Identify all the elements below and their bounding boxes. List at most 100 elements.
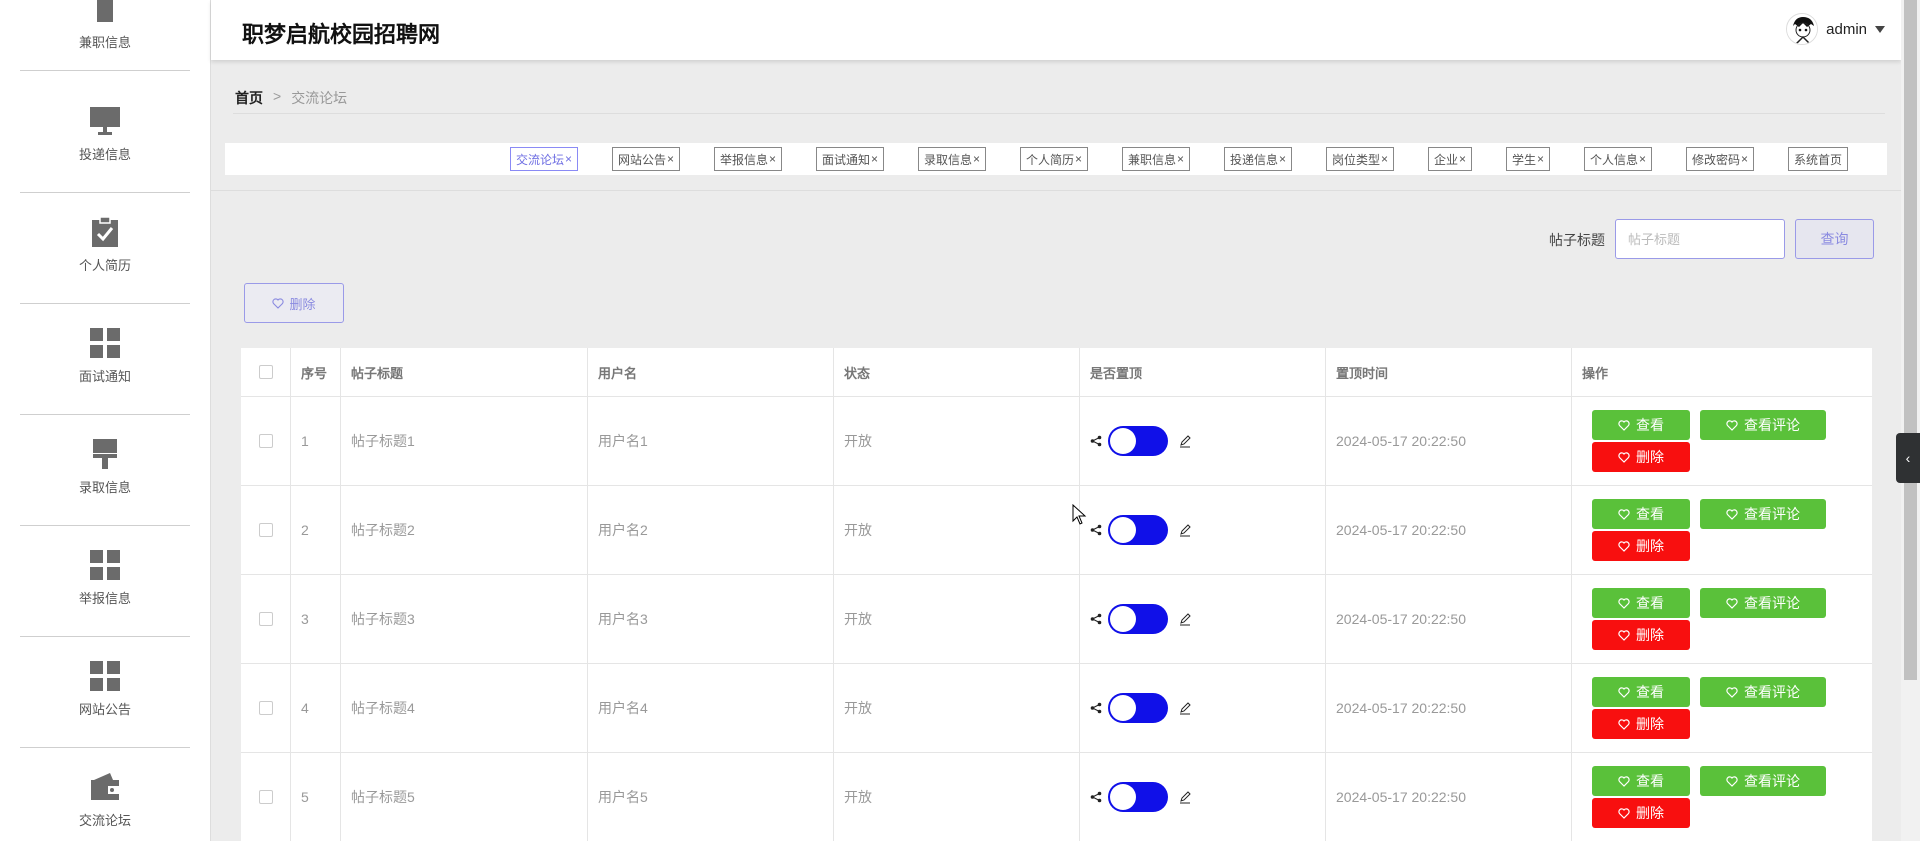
scrollbar-thumb[interactable] bbox=[1904, 0, 1917, 680]
close-icon[interactable]: × bbox=[1177, 152, 1184, 166]
avatar-image bbox=[1787, 14, 1818, 44]
table-row: 5 帖子标题5 用户名5 开放 2024-05-17 20:22:50 查看 查看评论 删除 bbox=[241, 753, 1872, 841]
view-button[interactable]: 查看 bbox=[1592, 499, 1690, 529]
tag-applications[interactable]: 投递信息 × bbox=[1224, 147, 1293, 171]
tag-announcement[interactable]: 网站公告 × bbox=[612, 147, 681, 171]
tag-interview[interactable]: 面试通知 × bbox=[816, 147, 885, 171]
close-icon[interactable]: × bbox=[1741, 152, 1748, 166]
sidebar-item-admission[interactable]: 录取信息 bbox=[20, 415, 190, 526]
breadcrumb-home[interactable]: 首页 bbox=[235, 88, 263, 108]
sidebar-item-resume[interactable]: 个人简历 bbox=[20, 193, 190, 304]
select-all-checkbox[interactable] bbox=[258, 365, 273, 379]
actions-cell: 查看 查看评论 删除 bbox=[1572, 753, 1872, 841]
sidebar-item-label: 面试通知 bbox=[78, 369, 131, 384]
delete-button[interactable]: 删除 bbox=[1592, 620, 1690, 650]
edit-icon[interactable] bbox=[1178, 701, 1192, 715]
delete-button-label: 删除 bbox=[1636, 449, 1664, 465]
pinned-toggle[interactable] bbox=[1108, 515, 1168, 545]
row-actions: 查看 查看评论 删除 bbox=[1582, 575, 1872, 663]
post-status: 开放 bbox=[834, 753, 1080, 841]
sidebar-item-label: 兼职信息 bbox=[78, 35, 131, 50]
row-checkbox-cell bbox=[241, 664, 291, 752]
edit-icon[interactable] bbox=[1178, 523, 1192, 537]
row-checkbox[interactable] bbox=[258, 790, 273, 804]
close-icon[interactable]: × bbox=[871, 152, 878, 166]
close-icon[interactable]: × bbox=[769, 152, 776, 166]
tag-job-type[interactable]: 岗位类型 × bbox=[1326, 147, 1395, 171]
view-button[interactable]: 查看 bbox=[1592, 410, 1690, 440]
collapse-panel-button[interactable]: ‹ bbox=[1896, 433, 1920, 483]
sidebar-item-part-time[interactable]: 兼职信息 bbox=[20, 0, 190, 71]
close-icon[interactable]: × bbox=[1381, 152, 1388, 166]
pinned-toggle[interactable] bbox=[1108, 782, 1168, 812]
close-icon[interactable]: × bbox=[667, 152, 674, 166]
view-button-label: 查看 bbox=[1636, 595, 1664, 611]
edit-icon[interactable] bbox=[1178, 434, 1192, 448]
tag-part-time[interactable]: 兼职信息 × bbox=[1122, 147, 1191, 171]
user-menu[interactable]: admin bbox=[1786, 12, 1885, 46]
mouse-cursor-icon bbox=[1072, 504, 1087, 525]
delete-button[interactable]: 删除 bbox=[1592, 531, 1690, 561]
view-comments-button[interactable]: 查看评论 bbox=[1700, 677, 1826, 707]
delete-button[interactable]: 删除 bbox=[1592, 709, 1690, 739]
row-checkbox-cell bbox=[241, 397, 291, 485]
tag-admission[interactable]: 录取信息 × bbox=[918, 147, 987, 171]
tag-label: 岗位类型 bbox=[1332, 152, 1381, 167]
tag-report[interactable]: 举报信息 × bbox=[714, 147, 783, 171]
sidebar-item-forum[interactable]: 交流论坛 bbox=[20, 748, 190, 841]
row-checkbox[interactable] bbox=[258, 523, 273, 537]
share-icon[interactable] bbox=[1090, 524, 1102, 536]
row-checkbox[interactable] bbox=[258, 612, 273, 626]
view-comments-button[interactable]: 查看评论 bbox=[1700, 410, 1826, 440]
tag-profile[interactable]: 个人信息 × bbox=[1584, 147, 1653, 171]
row-actions: 查看 查看评论删除 bbox=[1582, 397, 1872, 485]
close-icon[interactable]: × bbox=[1639, 152, 1646, 166]
sidebar-item-interview[interactable]: 面试通知 bbox=[20, 304, 190, 415]
view-comments-button[interactable]: 查看评论 bbox=[1700, 499, 1826, 529]
bulk-delete-button[interactable]: 删除 bbox=[244, 283, 344, 323]
search-button[interactable]: 查询 bbox=[1795, 219, 1874, 259]
site-title: 职梦启航校园招聘网 bbox=[242, 22, 441, 47]
delete-button[interactable]: 删除 bbox=[1592, 798, 1690, 828]
edit-icon[interactable] bbox=[1178, 612, 1192, 626]
tag-student[interactable]: 学生 × bbox=[1506, 147, 1551, 171]
share-icon[interactable] bbox=[1090, 435, 1102, 447]
sidebar-item-report[interactable]: 举报信息 bbox=[20, 526, 190, 637]
view-button[interactable]: 查看 bbox=[1592, 766, 1690, 796]
avatar bbox=[1786, 13, 1819, 45]
tag-resume[interactable]: 个人简历 × bbox=[1020, 147, 1089, 171]
close-icon[interactable]: × bbox=[1459, 152, 1466, 166]
tag-home[interactable]: 系统首页 bbox=[1788, 147, 1849, 171]
toggle-knob bbox=[1110, 517, 1136, 543]
edit-icon[interactable] bbox=[1178, 790, 1192, 804]
row-checkbox[interactable] bbox=[258, 701, 273, 715]
row-checkbox[interactable] bbox=[258, 434, 273, 448]
share-icon[interactable] bbox=[1090, 702, 1102, 714]
share-icon[interactable] bbox=[1090, 613, 1102, 625]
view-button[interactable]: 查看 bbox=[1592, 677, 1690, 707]
close-icon[interactable]: × bbox=[1537, 152, 1544, 166]
row-actions: 查看 查看评论 删除 bbox=[1582, 664, 1872, 752]
close-icon[interactable]: × bbox=[565, 152, 572, 166]
pinned-toggle[interactable] bbox=[1108, 604, 1168, 634]
sidebar-item-announcement[interactable]: 网站公告 bbox=[20, 637, 190, 748]
close-icon[interactable]: × bbox=[1279, 152, 1286, 166]
view-comments-button[interactable]: 查看评论 bbox=[1700, 766, 1826, 796]
view-button[interactable]: 查看 bbox=[1592, 588, 1690, 618]
sidebar-item-applications[interactable]: 投递信息 bbox=[20, 82, 190, 193]
pinned-toggle[interactable] bbox=[1108, 693, 1168, 723]
view-comments-button[interactable]: 查看评论 bbox=[1700, 588, 1826, 618]
tag-label: 交流论坛 bbox=[516, 152, 565, 167]
page-scrollbar[interactable] bbox=[1901, 0, 1920, 841]
tag-company[interactable]: 企业 × bbox=[1428, 147, 1473, 171]
pin-time: 2024-05-17 20:22:50 bbox=[1326, 753, 1572, 841]
tag-forum[interactable]: 交流论坛 × bbox=[510, 147, 579, 171]
delete-button[interactable]: 删除 bbox=[1592, 442, 1690, 472]
tag-password[interactable]: 修改密码 × bbox=[1686, 147, 1755, 171]
close-icon[interactable]: × bbox=[973, 152, 980, 166]
search-input[interactable] bbox=[1615, 219, 1785, 259]
share-icon[interactable] bbox=[1090, 791, 1102, 803]
row-index: 1 bbox=[291, 397, 341, 485]
pinned-toggle[interactable] bbox=[1108, 426, 1168, 456]
close-icon[interactable]: × bbox=[1075, 152, 1082, 166]
